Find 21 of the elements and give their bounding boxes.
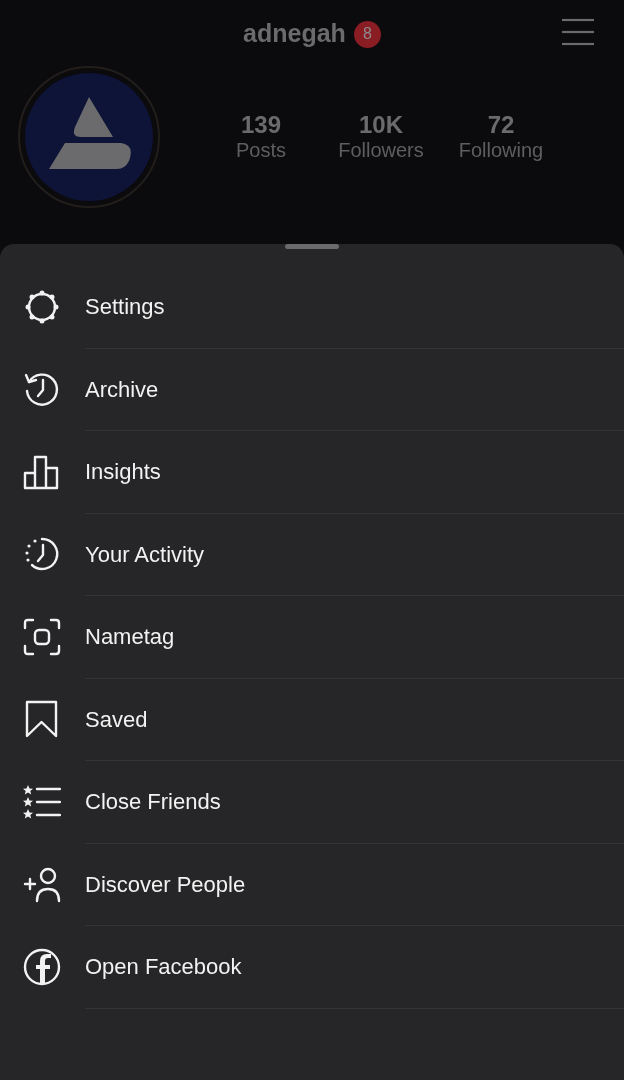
scan-frame-icon [23,617,61,656]
menu-item[interactable]: Close Friends [0,761,624,843]
stat-count: 139 [239,111,282,139]
menu-item[interactable]: Discover People [0,843,624,925]
menu-item[interactable]: Settings [0,266,624,348]
drag-handle[interactable] [285,244,339,249]
menu-item[interactable]: Archive [0,348,624,430]
menu-item[interactable]: Saved [0,678,624,760]
notification-badge: 8 [353,20,381,48]
menu-item[interactable]: Open Facebook [0,926,624,1008]
menu-icon[interactable] [562,18,594,46]
profile-avatar[interactable] [17,65,161,209]
history-clock-icon [23,370,61,409]
stat-count: 72 [486,111,516,139]
menu-item[interactable]: Nametag [0,596,624,678]
facebook-icon [23,947,61,986]
add-person-icon [23,865,61,904]
stat-count: 10K [358,111,404,139]
menu-item[interactable]: Your Activity [0,513,624,595]
username[interactable]: adnegah [243,15,346,53]
menu-item[interactable]: Insights [0,431,624,513]
